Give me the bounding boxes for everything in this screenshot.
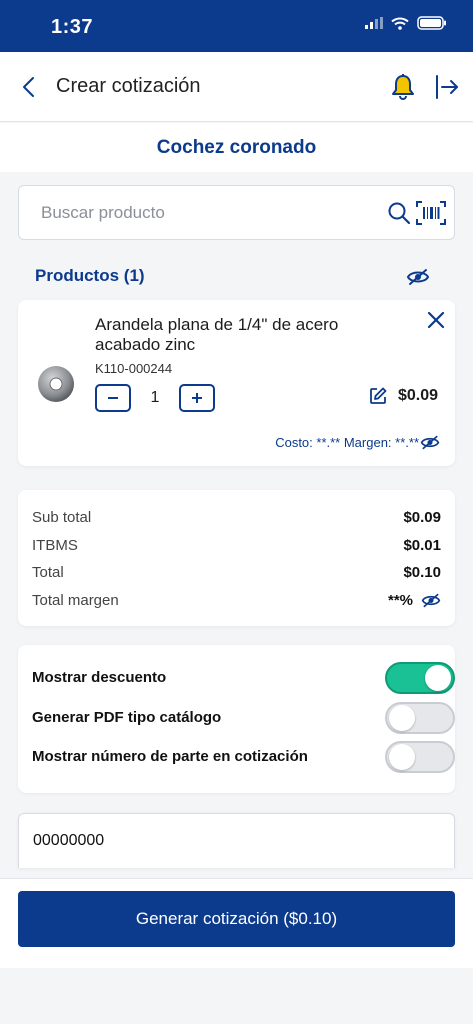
- battery-icon: [417, 16, 446, 30]
- product-sku: K110-000244: [95, 361, 173, 376]
- back-icon[interactable]: [18, 74, 40, 100]
- total-margin-label: Total margen: [32, 592, 119, 609]
- app-header: Crear cotización: [0, 52, 473, 122]
- client-name: Cochez coronado: [156, 137, 317, 158]
- toggle-row-part-number: Mostrar número de parte en cotización: [32, 741, 455, 773]
- quantity-value[interactable]: 1: [131, 389, 179, 407]
- quantity-stepper: 1: [95, 384, 215, 412]
- minus-icon: [108, 397, 118, 399]
- itbms-value: $0.01: [403, 537, 441, 554]
- page-title: Crear cotización: [56, 75, 201, 97]
- discount-toggle[interactable]: [385, 662, 455, 694]
- toggle-label: Mostrar número de parte en cotización: [32, 748, 308, 765]
- summary-card: Sub total $0.09 ITBMS $0.01 Total $0.10 …: [18, 490, 455, 626]
- toggle-row-pdf-catalog: Generar PDF tipo catálogo: [32, 702, 455, 734]
- generate-quote-button[interactable]: Generar cotización ($0.10): [18, 891, 455, 947]
- phone-field[interactable]: 00000000: [18, 813, 455, 868]
- products-heading: Productos (1): [35, 266, 145, 285]
- footer-bar: Generar cotización ($0.10): [0, 878, 473, 968]
- total-label: Total: [32, 564, 64, 581]
- subtotal-row: Sub total $0.09: [32, 509, 441, 526]
- search-icon[interactable]: [387, 201, 411, 225]
- wifi-icon: [391, 17, 409, 30]
- decrease-quantity-button[interactable]: [95, 384, 131, 412]
- eye-off-icon[interactable]: [406, 267, 430, 287]
- close-icon[interactable]: [426, 310, 446, 330]
- search-placeholder: Buscar producto: [41, 203, 165, 222]
- product-name: Arandela plana de 1/4" de acero acabado …: [95, 315, 339, 354]
- phone-value: 00000000: [33, 832, 105, 849]
- status-icons: [365, 16, 447, 30]
- eye-off-icon[interactable]: [421, 592, 441, 609]
- toggle-row-discount: Mostrar descuento: [32, 662, 455, 694]
- toggle-label: Mostrar descuento: [32, 669, 167, 686]
- part-number-toggle[interactable]: [385, 741, 455, 773]
- subtotal-value: $0.09: [403, 509, 441, 526]
- total-margin-value: **%: [387, 592, 413, 609]
- total-row: Total $0.10: [32, 564, 441, 581]
- total-margin-row: Total margen **%: [32, 592, 441, 609]
- subtotal-label: Sub total: [32, 509, 92, 526]
- product-image: [38, 366, 74, 402]
- barcode-icon[interactable]: [416, 200, 446, 226]
- pdf-catalog-toggle[interactable]: [385, 702, 455, 734]
- itbms-row: ITBMS $0.01: [32, 537, 441, 554]
- eye-off-icon[interactable]: [420, 434, 440, 451]
- bell-icon[interactable]: [390, 73, 416, 101]
- increase-quantity-button[interactable]: [179, 384, 215, 412]
- logout-icon[interactable]: [434, 74, 460, 100]
- status-bar: 1:37: [0, 0, 473, 52]
- options-card: Mostrar descuento Generar PDF tipo catál…: [18, 645, 455, 793]
- product-price: $0.09: [398, 387, 439, 404]
- plus-icon: [192, 393, 202, 403]
- edit-icon[interactable]: [369, 387, 387, 405]
- bottom-spacer: [0, 968, 473, 1024]
- toggle-label: Generar PDF tipo catálogo: [32, 709, 222, 726]
- itbms-label: ITBMS: [32, 537, 78, 554]
- product-card: Arandela plana de 1/4" de acero acabado …: [18, 300, 455, 466]
- status-time: 1:37: [51, 16, 94, 38]
- product-search-input[interactable]: Buscar producto: [18, 185, 455, 240]
- client-banner: Cochez coronado: [0, 123, 473, 172]
- signal-icon: [365, 17, 383, 29]
- total-value: $0.10: [403, 564, 441, 581]
- product-cost-margin: Costo: **.** Margen: **.**: [275, 435, 419, 450]
